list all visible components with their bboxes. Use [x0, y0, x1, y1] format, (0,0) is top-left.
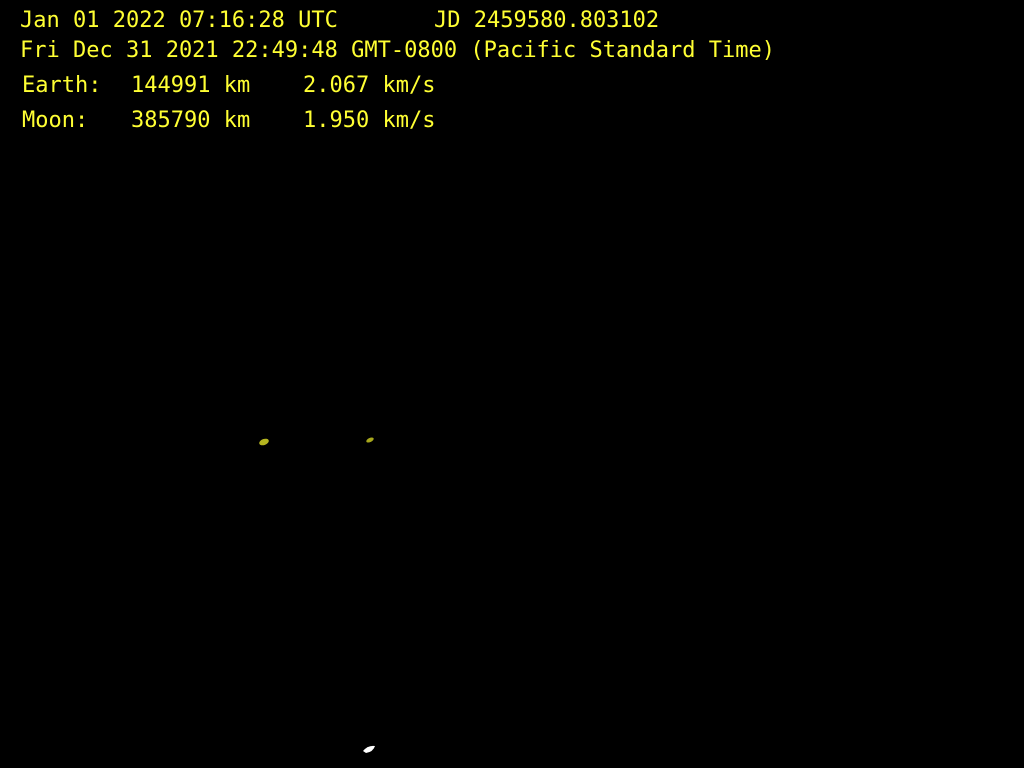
orbit-view: Jan 01 2022 07:16:28 UTC JD 2459580.8031…: [0, 0, 1024, 768]
moon-distance: 385790 km: [131, 108, 251, 133]
earth-speed: 2.067 km/s: [303, 73, 436, 98]
moon-speed: 1.950 km/s: [303, 108, 436, 133]
earth-label: Earth:: [22, 73, 102, 98]
julian-date: JD 2459580.803102: [434, 8, 660, 33]
telemetry-readout: Jan 01 2022 07:16:28 UTC JD 2459580.8031…: [0, 0, 1024, 140]
moon-readout: Moon: 385790 km 1.950 km/s: [22, 108, 542, 134]
utc-time: Jan 01 2022 07:16:28 UTC: [20, 8, 338, 33]
earth-distance: 144991 km: [131, 73, 251, 98]
local-time: Fri Dec 31 2021 22:49:48 GMT-0800 (Pacif…: [20, 38, 775, 63]
moon-label: Moon:: [22, 108, 89, 133]
spacecraft-icon: [363, 745, 375, 753]
earth-readout: Earth: 144991 km 2.067 km/s: [22, 73, 542, 99]
earth-icon: [259, 438, 269, 446]
moon-icon: [366, 437, 374, 443]
